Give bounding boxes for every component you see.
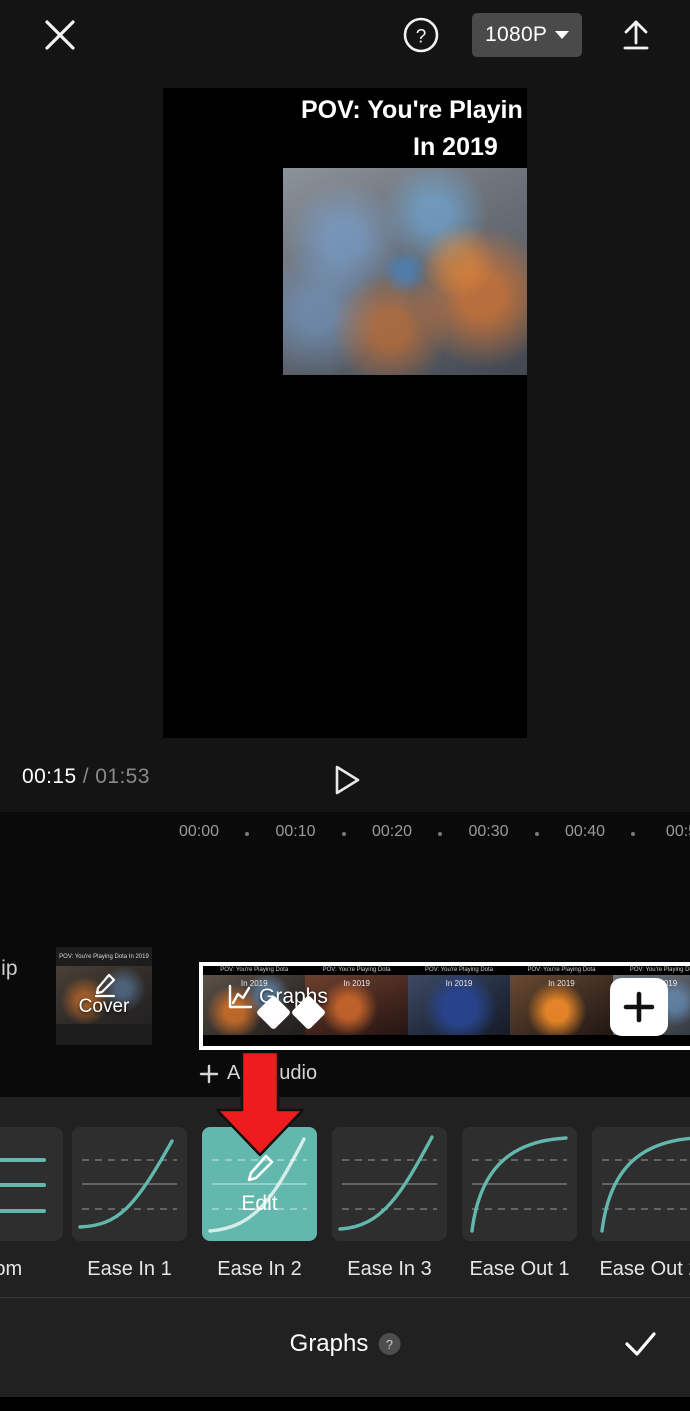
preset-custom[interactable]: tom <box>0 1127 63 1281</box>
curve-icon <box>600 1136 690 1233</box>
ruler-tick-dot <box>341 832 346 836</box>
sliders-icon <box>0 1158 46 1213</box>
preset-label: Ease In 1 <box>87 1258 172 1280</box>
help-circle-icon: ? <box>403 17 439 53</box>
svg-text:?: ? <box>416 27 427 48</box>
time-separator: / <box>76 765 96 788</box>
preset-label: Ease Out 2 <box>599 1258 690 1280</box>
ruler-tick-label: 00:30 <box>468 823 509 840</box>
preset-tile[interactable] <box>72 1127 187 1241</box>
timeline-left-labels: clip o <box>0 950 18 1026</box>
preset-label: Ease In 3 <box>347 1258 432 1280</box>
top-toolbar: ? 1080P <box>0 0 690 70</box>
current-time: 00:15 <box>22 765 77 788</box>
preset-label: Ease Out 1 <box>469 1258 570 1280</box>
preset-tile[interactable] <box>332 1127 447 1241</box>
resolution-label: 1080P <box>485 23 548 46</box>
gameplay-image <box>283 168 527 375</box>
resolution-selector[interactable]: 1080P <box>472 13 583 57</box>
graph-presets-row[interactable]: tom Ease In 1 Edit Ease In 2 Ease In 3 Ease O… <box>0 1097 690 1297</box>
clip-frame[interactable]: POV: You're Playing Dota In 2019 <box>407 966 511 1046</box>
left-label-line2: o <box>0 988 18 1026</box>
preset-ease-out-1[interactable]: Ease Out 1 <box>462 1127 577 1281</box>
help-button[interactable]: ? <box>399 13 443 57</box>
transport-bar: 00:15 / 01:53 <box>0 746 690 812</box>
clip-frame-top-caption: POV: You're Playing Dota <box>425 967 493 973</box>
close-button[interactable] <box>38 13 82 57</box>
help-badge-icon[interactable]: ? <box>378 1333 401 1355</box>
chevron-down-icon <box>555 31 570 39</box>
panel-title: Graphs ? <box>290 1330 401 1358</box>
video-canvas[interactable]: POV: You're Playin In 2019 <box>163 88 527 738</box>
total-time: 01:53 <box>95 765 150 788</box>
clip-frame-top-caption: POV: You're Playing Dota <box>527 967 596 973</box>
play-icon <box>335 765 360 795</box>
cover-label: Cover <box>78 996 130 1017</box>
ruler-tick-dot <box>438 832 443 836</box>
ruler-tick-label: 00:40 <box>564 823 606 840</box>
timeline-panel[interactable]: 00:00 00:10 00:20 00:30 00:40 00:5 clip o POV… <box>0 812 690 1097</box>
ruler-tick-dot <box>534 832 539 836</box>
preset-ease-in-3[interactable]: Ease In 3 <box>332 1127 447 1281</box>
preset-tile[interactable] <box>592 1127 690 1241</box>
clip-frame-mid-caption: In 2019 <box>445 979 473 988</box>
ruler-tick-label: 00:20 <box>371 823 413 840</box>
plus-icon <box>623 991 655 1023</box>
preset-label: Ease In 2 <box>217 1258 302 1280</box>
timeline-ruler[interactable]: 00:00 00:10 00:20 00:30 00:40 00:5 <box>0 823 690 859</box>
red-down-arrow-annotation <box>215 1052 305 1157</box>
ruler-tick-label: 00:5 <box>665 823 690 840</box>
time-separator-and-total: / 01:53 <box>77 765 150 788</box>
check-icon <box>625 1332 656 1356</box>
preset-tile[interactable] <box>0 1127 63 1241</box>
preview-area: POV: You're Playin In 2019 <box>0 70 690 746</box>
play-button[interactable] <box>323 758 367 802</box>
pencil-icon <box>94 973 116 998</box>
add-clip-button[interactable] <box>610 978 668 1036</box>
edit-overlay-label: Edit <box>241 1192 278 1215</box>
cover-image: Cover <box>56 966 152 1024</box>
clip-frame-top-caption: POV: You're Playing Dota <box>322 967 391 973</box>
preset-ease-in-1[interactable]: Ease In 1 <box>72 1127 187 1281</box>
close-icon <box>45 20 75 50</box>
panel-title-text: Graphs <box>289 1330 369 1357</box>
preset-tile[interactable] <box>462 1127 577 1241</box>
preview-caption-line1: POV: You're Playin <box>301 96 523 124</box>
cover-caption-text: POV: You're Playing Dota In 2019 <box>59 954 149 960</box>
time-readout: 00:15 / 01:53 <box>22 765 150 789</box>
preset-ease-out-2[interactable]: Ease Out 2 <box>592 1127 690 1281</box>
clip-frame-top-caption: POV: You're Playing Dota <box>220 967 289 973</box>
curve-icon <box>78 1139 177 1229</box>
ruler-tick-dot <box>631 832 636 836</box>
left-label-line1: clip <box>0 957 18 980</box>
clip-frame-top-caption: POV: You're Playing Dota <box>629 967 690 973</box>
confirm-button[interactable] <box>616 1320 664 1368</box>
pencil-icon <box>247 1154 273 1182</box>
preview-caption-line2: In 2019 <box>413 133 498 161</box>
curve-icon <box>338 1135 437 1231</box>
ruler-tick-label: 00:00 <box>178 823 220 840</box>
clip-frame[interactable]: POV: You're Playing Dota In 2019 <box>510 966 613 1046</box>
clip-frame-mid-caption: In 2019 <box>548 979 575 988</box>
system-nav-gap <box>0 1397 690 1411</box>
ruler-tick-dot <box>245 832 250 836</box>
preset-label: tom <box>0 1258 23 1280</box>
cover-thumbnail[interactable]: POV: You're Playing Dota In 2019 Cover <box>56 947 152 1045</box>
video-editor-screen: ? 1080P POV: You're Playin In 2019 00:15… <box>0 0 690 1411</box>
curve-icon <box>470 1136 568 1233</box>
bottom-bar: Graphs ? <box>0 1297 690 1397</box>
upload-icon <box>623 20 649 50</box>
export-button[interactable] <box>614 13 658 57</box>
graph-line-icon <box>228 984 253 1009</box>
ruler-tick-label: 00:10 <box>275 823 316 840</box>
